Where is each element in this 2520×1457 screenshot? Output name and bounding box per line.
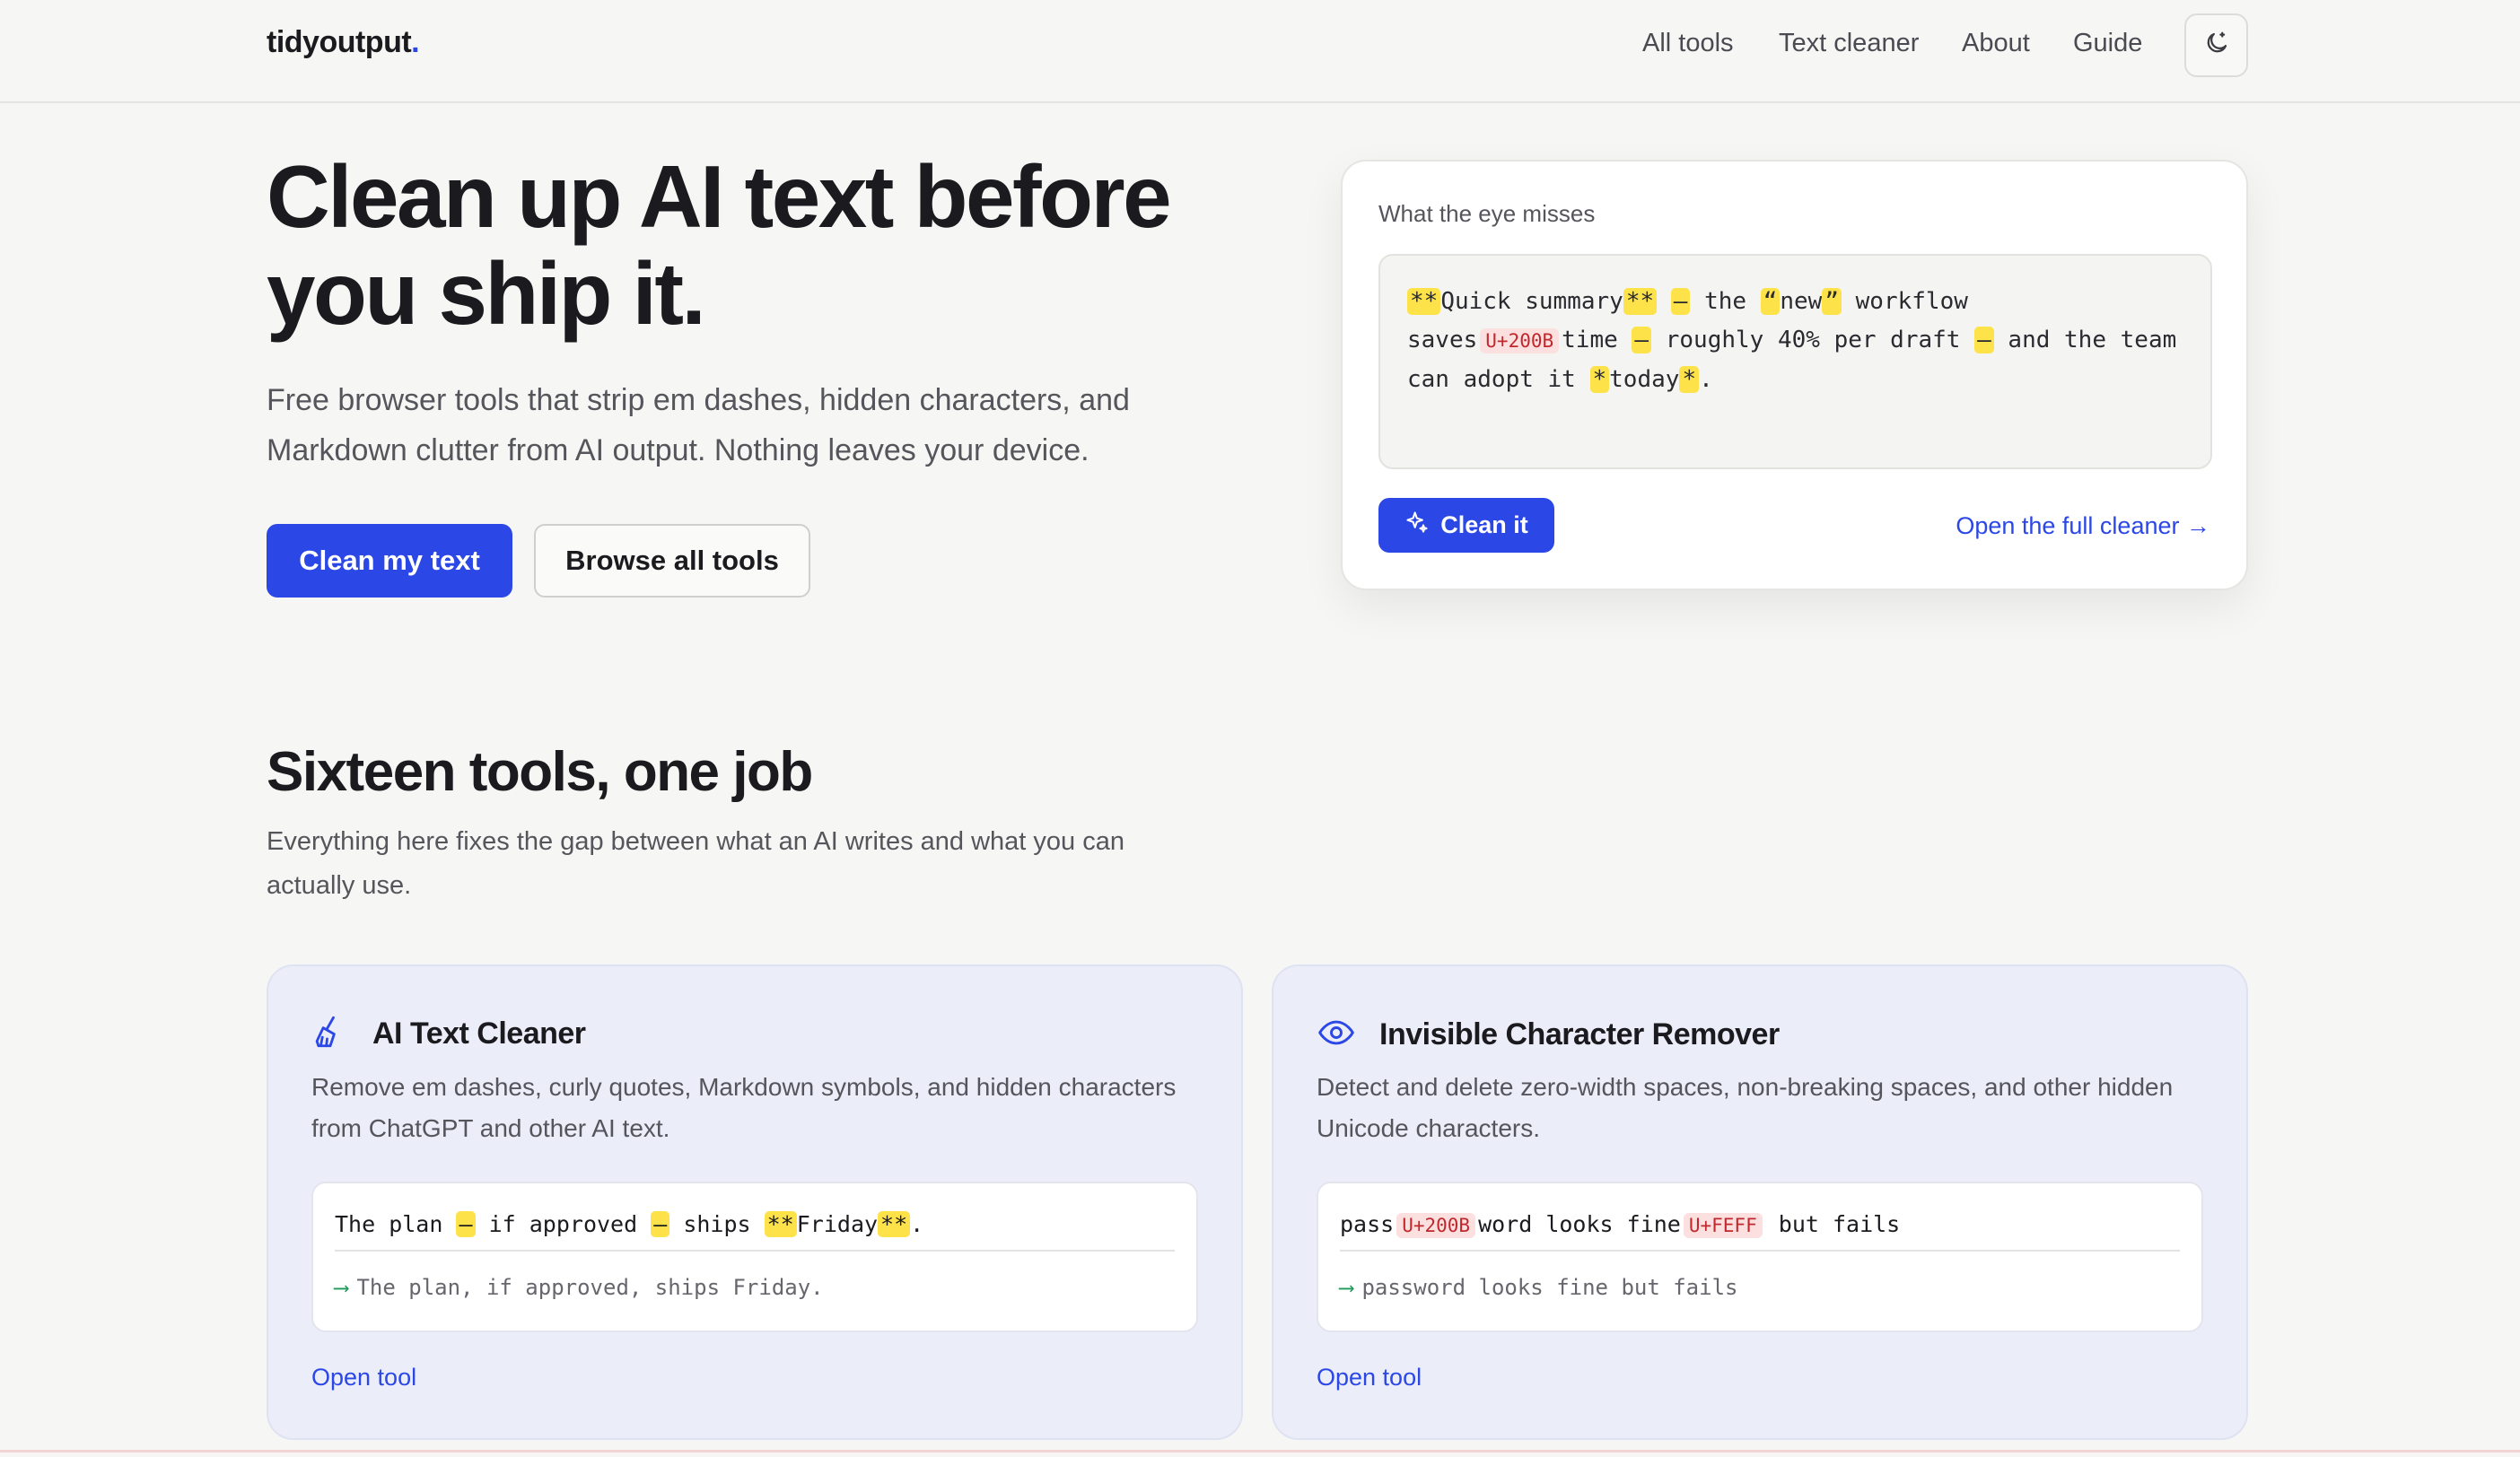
clean-it-label: Clean it: [1440, 511, 1528, 538]
open-tool-link[interactable]: Open tool: [311, 1364, 416, 1392]
hidden-char-tag: U+FEFF: [1683, 1213, 1763, 1238]
artifact-highlight: **: [1407, 288, 1441, 315]
tool-title: AI Text Cleaner: [372, 1016, 586, 1051]
artifact-highlight: *: [1589, 366, 1610, 393]
artifact-highlight: —: [1632, 327, 1652, 353]
logo-text: tidyoutput: [267, 25, 412, 59]
tool-card-ai-text-cleaner[interactable]: AI Text Cleaner Remove em dashes, curly …: [267, 964, 1243, 1440]
tool-description: Remove em dashes, curly quotes, Markdown…: [311, 1073, 1177, 1142]
artifact-highlight: **: [764, 1211, 797, 1237]
tool-card-invisible-character-remover[interactable]: Invisible Character Remover Detect and d…: [1272, 964, 2248, 1440]
artifact-highlight: **: [1623, 288, 1658, 315]
arrow-right-icon: ⟶: [1340, 1275, 1353, 1300]
artifact-highlight: **: [878, 1211, 911, 1237]
eye-icon: [1317, 1013, 1356, 1057]
tools-section-title: Sixteen tools, one job: [267, 741, 813, 803]
logo-dot: .: [411, 25, 420, 59]
demo-text-area[interactable]: ** Quick summary ** — the “new” workflow s…: [1378, 254, 2212, 469]
demo-label: What the eye misses: [1378, 200, 1596, 227]
artifact-highlight: “: [1760, 288, 1781, 315]
arrow-right-icon: ⟶: [335, 1275, 348, 1300]
nav-text-cleaner[interactable]: Text cleaner: [1779, 29, 1919, 58]
tool-title: Invisible Character Remover: [1379, 1017, 1780, 1051]
example-output: ⟶ password looks fine but fails: [1340, 1269, 1737, 1305]
artifact-highlight: ”: [1822, 288, 1842, 315]
open-tool-link[interactable]: Open tool: [1317, 1364, 1422, 1392]
sparkle-icon: [1404, 510, 1430, 541]
tool-example: pass U+200B word looks fine U+FEFF but fail…: [1317, 1182, 2203, 1332]
theme-toggle-button[interactable]: [2184, 13, 2248, 77]
example-output-text: password looks fine but fails: [1361, 1275, 1738, 1300]
tool-example: The plan — if approved — ships ** Friday *…: [311, 1182, 1198, 1332]
tools-section-subtitle: Everything here fixes the gap between wh…: [267, 827, 1124, 900]
clean-it-button[interactable]: Clean it: [1378, 498, 1554, 553]
site-logo[interactable]: tidyoutput.: [267, 25, 420, 60]
page-bottom-border: [0, 1450, 2520, 1453]
example-input: The plan — if approved — ships ** Friday *…: [335, 1207, 1175, 1252]
artifact-highlight: —: [1670, 288, 1691, 315]
hero-subtitle: Free browser tools that strip em dashes,…: [267, 383, 1130, 467]
artifact-highlight: —: [1974, 327, 1994, 353]
demo-card: What the eye misses ** Quick summary ** — …: [1341, 160, 2248, 590]
example-output: ⟶ The plan, if approved, ships Friday.: [335, 1269, 824, 1305]
clean-my-text-button[interactable]: Clean my text: [267, 524, 512, 598]
artifact-highlight: *: [1679, 366, 1700, 393]
tool-description: Detect and delete zero-width spaces, non…: [1317, 1073, 2174, 1142]
broom-icon: [311, 1013, 349, 1055]
nav-about[interactable]: About: [1962, 29, 2030, 58]
open-full-cleaner-link[interactable]: Open the full cleaner →: [1956, 512, 2210, 540]
hero-title: Clean up AI text before you ship it.: [267, 147, 1172, 343]
top-navigation-bar: tidyoutput. All tools Text cleaner About…: [0, 0, 2520, 103]
example-output-text: The plan, if approved, ships Friday.: [356, 1275, 824, 1300]
example-input: pass U+200B word looks fine U+FEFF but fail…: [1340, 1207, 2180, 1252]
hidden-char-tag: U+200B: [1480, 328, 1560, 353]
moon-icon: [2203, 30, 2230, 61]
nav-all-tools[interactable]: All tools: [1642, 29, 1734, 58]
artifact-highlight: —: [456, 1211, 476, 1237]
hidden-char-tag: U+200B: [1396, 1213, 1476, 1238]
nav-guide[interactable]: Guide: [2073, 29, 2142, 58]
browse-all-tools-button[interactable]: Browse all tools: [534, 524, 810, 598]
artifact-highlight: —: [651, 1211, 670, 1237]
